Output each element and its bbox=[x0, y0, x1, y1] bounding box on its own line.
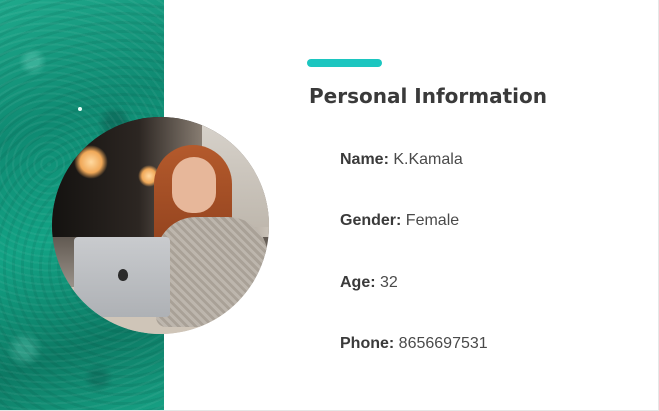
info-row-gender: Gender: Female bbox=[340, 212, 459, 230]
pendant-lamp bbox=[74, 145, 108, 179]
person-face bbox=[172, 157, 216, 213]
phone-label: Phone: bbox=[340, 335, 399, 352]
name-label: Name: bbox=[340, 151, 394, 168]
age-value: 32 bbox=[380, 274, 398, 291]
slide: Personal Information Name: K.Kamala Gend… bbox=[0, 0, 659, 411]
info-row-phone: Phone: 8656697531 bbox=[340, 335, 488, 353]
gender-label: Gender: bbox=[340, 212, 406, 229]
gender-value: Female bbox=[405, 212, 460, 229]
name-value: K.Kamala bbox=[393, 151, 463, 168]
info-row-name: Name: K.Kamala bbox=[340, 151, 463, 169]
water-sparkle bbox=[78, 107, 82, 111]
profile-photo bbox=[52, 117, 269, 334]
age-label: Age: bbox=[340, 274, 380, 291]
section-title: Personal Information bbox=[309, 84, 547, 108]
apple-logo-icon bbox=[118, 269, 128, 281]
info-row-age: Age: 32 bbox=[340, 274, 398, 292]
phone-value: 8656697531 bbox=[398, 335, 488, 352]
title-accent-bar bbox=[307, 59, 382, 67]
person-sweater bbox=[156, 217, 268, 327]
